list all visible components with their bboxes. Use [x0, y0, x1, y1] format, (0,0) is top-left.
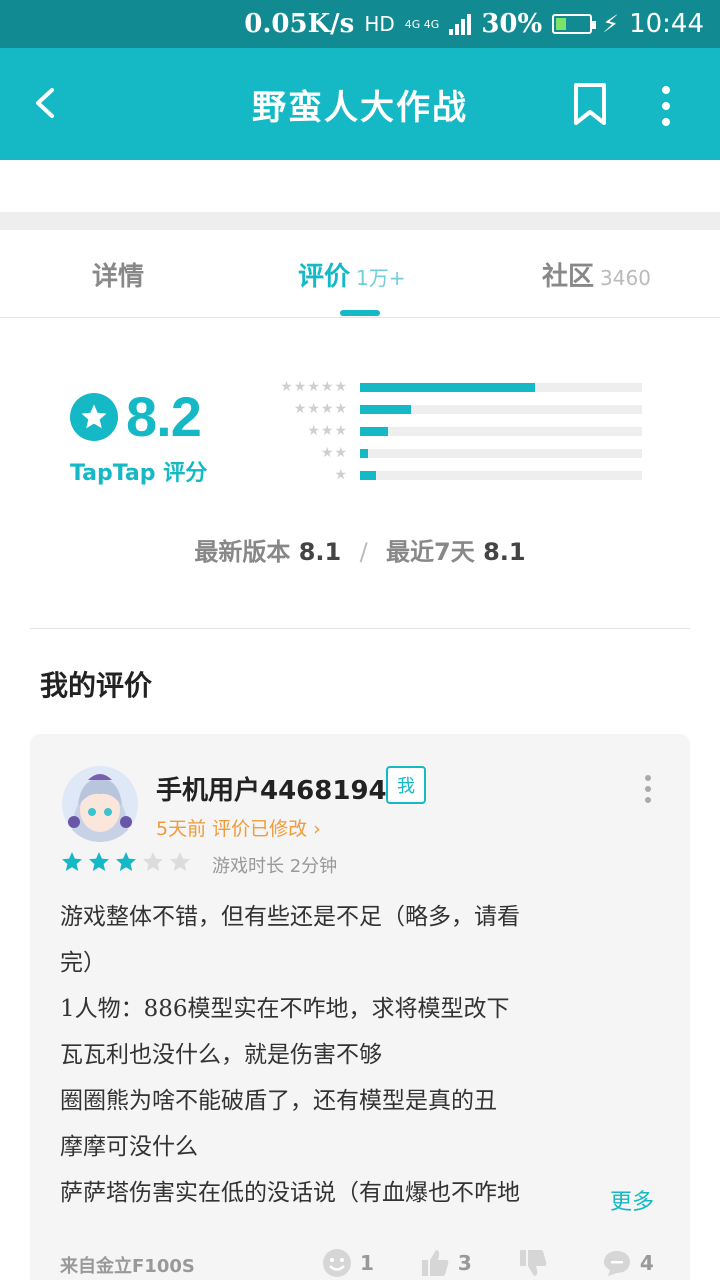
review-line: 完） [60, 950, 106, 976]
signal-icon [449, 13, 472, 35]
network-type: 4G 4G [404, 17, 440, 31]
star-level: ★★★ [307, 423, 348, 439]
distribution-row: ★★★ [268, 420, 652, 442]
review-line: 圈圈熊为啥不能破盾了，还有模型是真的丑 [60, 1088, 497, 1114]
page-title: 野蛮人大作战 [252, 88, 468, 128]
me-badge: 我 [386, 766, 426, 804]
overall-rating: 8.2 TapTap 评分 [70, 384, 230, 487]
star-level: ★★ [320, 445, 348, 461]
clock: 10:44 [629, 9, 704, 39]
star-level: ★ [334, 467, 348, 483]
thumbs-up-icon [421, 1250, 449, 1276]
like-button[interactable]: 3 [420, 1248, 472, 1278]
tab-reviews[interactable]: 评价 1万+ [298, 256, 406, 293]
review-actions: 1 3 4 [322, 1248, 654, 1278]
more-options-icon[interactable] [656, 84, 676, 128]
username[interactable]: 手机用户44681946 [156, 770, 405, 807]
tab-count: 3460 [600, 266, 651, 290]
review-line: 1人物：886模型实在不咋地，求将模型改下 [60, 996, 510, 1022]
review-line: 游戏整体不错，但有些还是不足（略多，请看 [60, 904, 520, 930]
review-line: 萨萨塔伤害实在低的没话说（有血爆也不咋地 [60, 1180, 520, 1206]
rating-distribution: ★★★★★ ★★★★ ★★★ ★★ ★ [268, 376, 652, 486]
divider [30, 628, 690, 629]
dislike-button[interactable] [518, 1248, 556, 1278]
distribution-bar [360, 426, 642, 436]
distribution-bar [360, 404, 642, 414]
app-bar: 野蛮人大作战 [0, 48, 720, 160]
separator: / [359, 538, 368, 566]
review-card[interactable]: 手机用户44681946 我 5天前 评价已修改 › 游戏时长 2分钟 游戏整体… [30, 734, 690, 1280]
like-count: 3 [457, 1251, 472, 1275]
network-speed: 0.05K/s [244, 9, 355, 39]
user-star-rating [60, 850, 192, 874]
distribution-bar [360, 470, 642, 480]
hd-indicator: HD [364, 12, 395, 36]
my-review-title: 我的评价 [40, 669, 153, 702]
distribution-row: ★ [268, 464, 652, 486]
recent-label: 最近7天 [386, 538, 475, 566]
star-empty-icon [143, 852, 163, 871]
distribution-row: ★★★★ [268, 398, 652, 420]
review-body[interactable]: 游戏整体不错，但有些还是不足（略多，请看 完） 1人物：886模型实在不咋地，求… [60, 894, 640, 1216]
thumbs-down-icon [519, 1250, 547, 1276]
star-level: ★★★★★ [280, 379, 348, 395]
distribution-row: ★★ [268, 442, 652, 464]
avatar[interactable] [62, 766, 138, 842]
latest-version-label: 最新版本 [194, 538, 291, 566]
star-level: ★★★★ [293, 401, 348, 417]
review-edit-meta[interactable]: 5天前 评价已修改 › [156, 814, 321, 841]
star-empty-icon [170, 852, 190, 871]
version-ratings: 最新版本 8.1 / 最近7天 8.1 [0, 532, 720, 567]
comment-count: 4 [639, 1251, 654, 1275]
device-info: 来自金立F100S [60, 1256, 195, 1277]
charging-icon: ⚡ [602, 10, 620, 38]
rating-score: 8.2 [126, 385, 202, 448]
active-tab-indicator [340, 310, 380, 316]
playtime: 游戏时长 2分钟 [212, 856, 338, 877]
distribution-bar [360, 448, 642, 458]
tab-count: 1万+ [356, 266, 406, 290]
tab-label: 评价 [298, 262, 351, 292]
comment-icon [603, 1251, 630, 1276]
star-icon [70, 392, 118, 441]
distribution-bar [360, 382, 642, 392]
more-options-icon[interactable] [642, 774, 654, 804]
star-filled-icon [62, 852, 82, 871]
tab-label: 社区 [542, 262, 595, 292]
read-more-link[interactable]: 更多 [590, 1184, 655, 1216]
funny-count: 1 [360, 1251, 374, 1275]
battery-percent: 30% [481, 9, 543, 39]
tab-label: 详情 [92, 262, 145, 292]
battery-icon [552, 14, 597, 34]
bookmark-icon[interactable] [572, 82, 608, 126]
smile-icon [323, 1249, 351, 1277]
section-separator [0, 212, 720, 230]
tab-community[interactable]: 社区 3460 [542, 256, 651, 293]
distribution-row: ★★★★★ [268, 376, 652, 398]
rating-label: TapTap 评分 [70, 461, 208, 486]
comment-button[interactable]: 4 [602, 1248, 654, 1278]
status-bar: 0.05K/s HD 4G 4G 30% ⚡ 10:44 [0, 0, 720, 48]
tab-details[interactable]: 详情 [92, 256, 144, 293]
review-line: 瓦瓦利也没什么，就是伤害不够 [60, 1042, 382, 1068]
funny-button[interactable]: 1 [322, 1248, 374, 1278]
tab-bar: 详情 评价 1万+ 社区 3460 [0, 230, 720, 318]
star-filled-icon [89, 852, 109, 871]
latest-version-score: 8.1 [298, 538, 342, 566]
review-line: 摩摩可没什么 [60, 1134, 198, 1160]
star-filled-icon [116, 852, 136, 871]
recent-score: 8.1 [483, 538, 526, 566]
